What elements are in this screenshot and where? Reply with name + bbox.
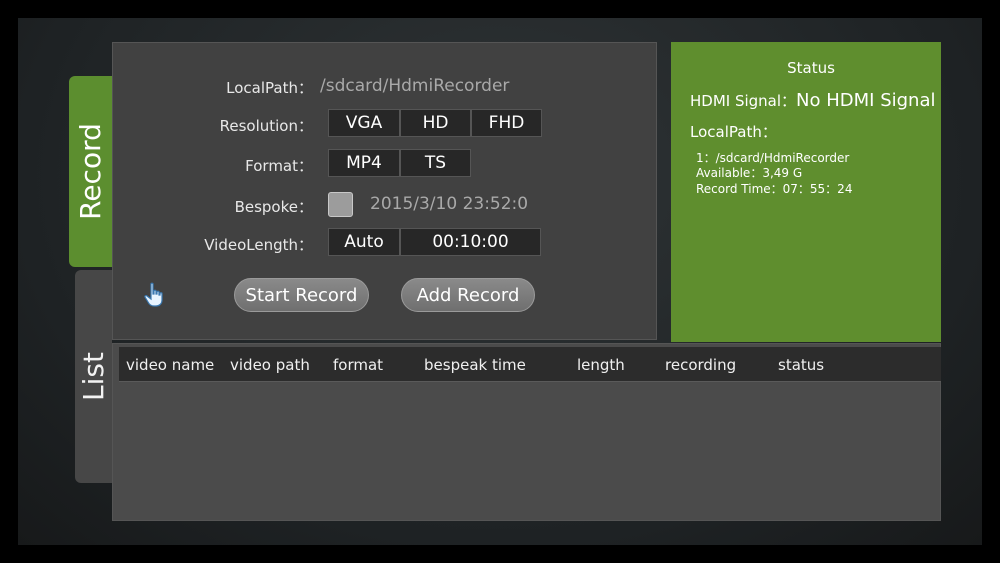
resolution-hd-button[interactable]: HD xyxy=(400,109,471,137)
resolution-label: Resolution： xyxy=(219,117,313,135)
col-status[interactable]: status xyxy=(778,356,824,374)
videolength-auto-button[interactable]: Auto xyxy=(328,228,400,256)
hdmi-signal-label: HDMI Signal： xyxy=(690,92,797,110)
resolution-vga-button[interactable]: VGA xyxy=(328,109,400,137)
status-localpath-label: LocalPath： xyxy=(690,123,777,141)
col-video-path[interactable]: video path xyxy=(230,356,310,374)
record-list-panel: video name video path format bespeak tim… xyxy=(112,343,941,521)
bespoke-checkbox[interactable] xyxy=(328,192,353,217)
record-settings-panel: LocalPath： /sdcard/HdmiRecorder Resoluti… xyxy=(112,42,657,340)
list-header: video name video path format bespeak tim… xyxy=(119,347,941,382)
format-mp4-button[interactable]: MP4 xyxy=(328,149,400,177)
videolength-duration-field[interactable]: 00:10:00 xyxy=(400,228,541,256)
hdmi-signal-row: HDMI Signal：No HDMI Signal xyxy=(690,90,936,111)
videolength-label: VideoLength： xyxy=(204,236,313,254)
status-record-time-line: Record Time：07：55：24 xyxy=(696,182,853,196)
bespoke-label: Bespoke： xyxy=(234,198,313,216)
tab-record[interactable]: Record xyxy=(69,76,112,267)
add-record-button[interactable]: Add Record xyxy=(401,278,535,312)
format-ts-button[interactable]: TS xyxy=(400,149,471,177)
col-video-name[interactable]: video name xyxy=(126,356,214,374)
bespoke-datetime: 2015/3/10 23:52:0 xyxy=(370,194,529,214)
status-title: Status xyxy=(787,59,835,77)
col-format[interactable]: format xyxy=(333,356,383,374)
hand-pointer-icon xyxy=(144,282,163,307)
hdmi-signal-value: No HDMI Signal xyxy=(796,90,936,111)
col-length[interactable]: length xyxy=(577,356,625,374)
status-panel: Status HDMI Signal：No HDMI Signal LocalP… xyxy=(671,42,941,342)
resolution-fhd-button[interactable]: FHD xyxy=(471,109,542,137)
tab-list-label: List xyxy=(77,352,111,401)
localpath-label: LocalPath： xyxy=(226,79,313,97)
tab-list[interactable]: List xyxy=(75,270,112,483)
col-recording[interactable]: recording xyxy=(665,356,736,374)
status-available-line: Available：3,49 G xyxy=(696,166,803,180)
col-bespeak-time[interactable]: bespeak time xyxy=(424,356,526,374)
format-label: Format： xyxy=(245,157,313,175)
tab-record-label: Record xyxy=(74,123,107,220)
start-record-button[interactable]: Start Record xyxy=(234,278,369,312)
localpath-value: /sdcard/HdmiRecorder xyxy=(320,76,510,96)
